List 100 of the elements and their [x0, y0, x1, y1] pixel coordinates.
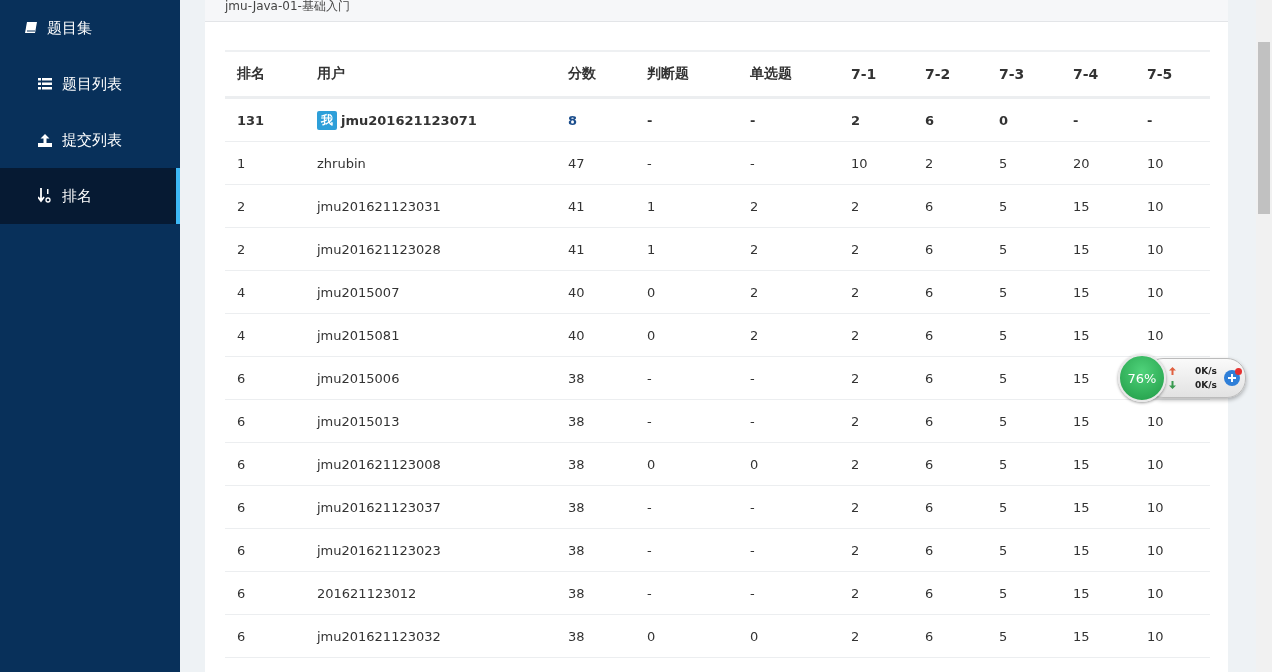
table-cell: 38: [568, 413, 585, 429]
table-cell: -: [647, 585, 652, 601]
down-arrow-icon: [1169, 381, 1176, 389]
table-cell: 2: [851, 456, 860, 472]
table-cell: 6: [237, 456, 246, 472]
column-header: 7-2: [924, 66, 952, 82]
table-cell: 40: [568, 327, 585, 343]
table-cell: 15: [1073, 284, 1090, 300]
column-header: 7-3: [998, 66, 1026, 82]
column-header: 分数: [567, 65, 597, 83]
scrollbar[interactable]: [1256, 0, 1272, 672]
table-cell: 41: [568, 241, 585, 257]
table-cell: 15: [1073, 585, 1090, 601]
plus-icon[interactable]: [1223, 367, 1243, 387]
column-header: 7-4: [1072, 66, 1100, 82]
list-icon: [38, 78, 52, 90]
table-cell: 6: [925, 585, 934, 601]
table-cell: 10: [1147, 585, 1164, 601]
column-header: 排名: [236, 65, 266, 83]
table-cell: 6: [925, 112, 935, 128]
table-cell: 0: [647, 284, 656, 300]
table-cell: 10: [1147, 284, 1164, 300]
table-cell: 10: [1147, 155, 1164, 171]
table-cell: 15: [1073, 413, 1090, 429]
table-cell: -: [750, 413, 755, 429]
sidebar-item[interactable]: 题目列表: [0, 56, 180, 112]
table-cell: 38: [568, 585, 585, 601]
table-cell: 5: [999, 499, 1008, 515]
sidebar-title: 题目集: [47, 18, 92, 38]
table-cell: 15: [1073, 542, 1090, 558]
table-cell: 6: [925, 456, 934, 472]
table-cell: 0: [750, 628, 759, 644]
table-cell: 0: [647, 456, 656, 472]
table-cell: 5: [999, 542, 1008, 558]
table-cell: 2: [851, 241, 860, 257]
table-cell: jmu201621123032: [317, 628, 441, 644]
book-icon: [24, 21, 38, 35]
table-cell: 10: [1147, 456, 1164, 472]
table-cell: 5: [999, 585, 1008, 601]
table-cell: 4: [237, 327, 246, 343]
table-cell: 2: [851, 628, 860, 644]
table-cell: 6: [925, 284, 934, 300]
table-cell: -: [647, 112, 653, 128]
table-cell: 38: [568, 542, 585, 558]
table-cell: 10: [1147, 413, 1164, 429]
column-header: 判断题: [646, 65, 690, 83]
table-cell: 2: [851, 284, 860, 300]
table-cell: 6: [925, 499, 934, 515]
table-cell: 6: [925, 198, 934, 214]
table-cell: 6: [237, 370, 246, 386]
table-cell: -: [750, 542, 755, 558]
table-cell: 15: [1073, 370, 1090, 386]
table-cell: 6: [925, 370, 934, 386]
up-arrow-icon: [1169, 367, 1176, 375]
table-cell: -: [750, 112, 756, 128]
table-cell: 10: [1147, 241, 1164, 257]
table-cell: 1: [647, 198, 656, 214]
table-cell: 5: [999, 628, 1008, 644]
table-cell: jmu201621123023: [317, 542, 441, 558]
table-cell: 15: [1073, 499, 1090, 515]
table-cell: 8: [568, 112, 578, 128]
table-cell: 2: [851, 370, 860, 386]
table-cell: 2: [750, 327, 759, 343]
table-cell: -: [647, 499, 652, 515]
table-cell: 0: [999, 112, 1009, 128]
table-cell: jmu201621123031: [317, 198, 441, 214]
table-cell: 38: [568, 370, 585, 386]
table-cell: 6: [237, 585, 246, 601]
table-cell: 6: [925, 628, 934, 644]
table-cell: 2: [851, 413, 860, 429]
table-cell: 2: [851, 542, 860, 558]
table-cell: -: [750, 155, 755, 171]
table-cell: 6: [925, 241, 934, 257]
download-speed: 0K/s: [1195, 380, 1217, 390]
table-cell: 10: [851, 155, 868, 171]
table-cell: 15: [1073, 198, 1090, 214]
table-cell: -: [647, 370, 652, 386]
table-cell: -: [1147, 112, 1153, 128]
table-cell: jmu201621123028: [317, 241, 441, 257]
table-cell: 2: [851, 198, 860, 214]
column-header: 7-5: [1146, 66, 1174, 82]
sidebar-item[interactable]: 排名: [0, 168, 180, 224]
table-cell: -: [750, 585, 755, 601]
table-cell: 38: [568, 456, 585, 472]
table-cell: -: [1073, 112, 1079, 128]
table-cell: jmu201621123037: [317, 499, 441, 515]
table-cell: 6: [237, 499, 246, 515]
table-cell: 2: [750, 198, 759, 214]
table-cell: 6: [925, 413, 934, 429]
table-cell: 6: [237, 628, 246, 644]
table-cell: jmu2015013: [317, 413, 400, 429]
table-cell: 15: [1073, 327, 1090, 343]
page-title: jmu-Java-01-基础入门: [225, 0, 350, 13]
table-cell: 2: [851, 327, 860, 343]
sidebar-item[interactable]: 提交列表: [0, 112, 180, 168]
column-header: 用户: [316, 65, 346, 83]
table-cell: 2: [925, 155, 934, 171]
table-cell: 15: [1073, 628, 1090, 644]
table-cell: 0: [647, 327, 656, 343]
table-cell: 5: [999, 284, 1008, 300]
